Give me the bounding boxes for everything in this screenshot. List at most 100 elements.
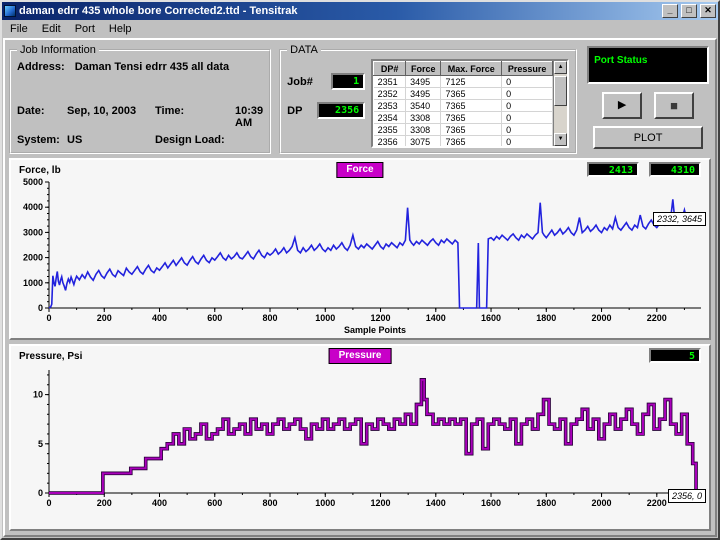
svg-text:10: 10 (33, 390, 43, 400)
force-chart-canvas: 0200400600800100012001400160018002000220… (11, 178, 709, 336)
data-table: DP# Force Max. Force Pressure 2351 3495 (371, 59, 569, 148)
stop-button[interactable]: ■ (654, 92, 694, 119)
svg-text:2000: 2000 (592, 498, 612, 508)
cell: 0 (502, 88, 553, 100)
menu-edit[interactable]: Edit (35, 22, 68, 36)
svg-text:1600: 1600 (481, 313, 501, 323)
port-status-display: Port Status (587, 46, 709, 84)
data-panel: DATA Job# 1 DP 2356 (279, 44, 577, 154)
design-load-label: Design Load: (155, 134, 235, 146)
cell: 0 (502, 76, 553, 88)
time-value: 10:39 AM (235, 105, 263, 129)
plot-button[interactable]: PLOT (593, 126, 703, 149)
force-chart-panel: Force, lb Force 2413 4310 02004006008001… (9, 158, 711, 340)
scroll-up-icon[interactable]: ▲ (554, 61, 567, 74)
stop-icon: ■ (670, 99, 678, 112)
cell: 7125 (441, 76, 502, 88)
job-number-label: Job# (287, 76, 313, 88)
app-icon[interactable] (4, 5, 16, 17)
date-label: Date: (17, 105, 67, 129)
svg-text:800: 800 (263, 498, 278, 508)
table-row[interactable]: 2351 3495 7125 0 (374, 76, 553, 88)
table-row[interactable]: 2356 3075 7365 0 (374, 136, 553, 148)
minimize-icon[interactable]: _ (662, 4, 678, 18)
menu-help[interactable]: Help (102, 22, 139, 36)
cell: 7365 (441, 124, 502, 136)
col-force[interactable]: Force (406, 62, 441, 76)
pressure-chart-canvas: 0200400600800100012001400160018002000220… (11, 364, 709, 531)
svg-text:3000: 3000 (23, 227, 43, 237)
table-scrollbar[interactable]: ▲ ▼ (553, 61, 567, 146)
force-badge: Force (336, 162, 383, 178)
svg-text:800: 800 (263, 313, 278, 323)
window-title: daman edrr 435 whole bore Corrected2.ttd… (19, 5, 659, 17)
close-icon[interactable]: ✕ (700, 4, 716, 18)
start-button[interactable]: ▶ (602, 92, 642, 119)
menu-bar: File Edit Port Help (2, 20, 718, 37)
cell: 2352 (374, 88, 406, 100)
svg-text:1800: 1800 (536, 498, 556, 508)
maximize-icon[interactable]: □ (681, 4, 697, 18)
svg-text:400: 400 (152, 313, 167, 323)
svg-text:1000: 1000 (315, 498, 335, 508)
menu-port[interactable]: Port (68, 22, 102, 36)
top-row: Job Information Address: Daman Tensi edr… (9, 44, 711, 154)
scroll-down-icon[interactable]: ▼ (554, 133, 567, 146)
cell: 3495 (406, 76, 441, 88)
cell: 7365 (441, 136, 502, 148)
cell: 3075 (406, 136, 441, 148)
cell: 2356 (374, 136, 406, 148)
job-information-panel: Job Information Address: Daman Tensi edr… (9, 44, 271, 154)
cell: 7365 (441, 100, 502, 112)
title-bar[interactable]: daman edrr 435 whole bore Corrected2.ttd… (2, 2, 718, 20)
svg-text:0: 0 (38, 303, 43, 313)
cell: 7365 (441, 112, 502, 124)
pressure-badge: Pressure (329, 348, 392, 364)
force-max-display: 4310 (649, 162, 701, 177)
dp-display: 2356 (317, 102, 365, 119)
play-icon: ▶ (618, 100, 626, 111)
cell: 0 (502, 112, 553, 124)
svg-text:200: 200 (97, 313, 112, 323)
pressure-current-display: 5 (649, 348, 701, 363)
table-header-row: DP# Force Max. Force Pressure (374, 62, 553, 76)
svg-text:2000: 2000 (592, 313, 612, 323)
system-value: US (67, 134, 155, 146)
table-row[interactable]: 2353 3540 7365 0 (374, 100, 553, 112)
col-pressure[interactable]: Pressure (502, 62, 553, 76)
svg-text:1200: 1200 (371, 313, 391, 323)
svg-text:400: 400 (152, 498, 167, 508)
svg-text:5000: 5000 (23, 178, 43, 187)
job-information-title: Job Information (17, 44, 99, 56)
table-row[interactable]: 2354 3308 7365 0 (374, 112, 553, 124)
svg-text:0: 0 (46, 313, 51, 323)
cell: 0 (502, 124, 553, 136)
col-max-force[interactable]: Max. Force (441, 62, 502, 76)
cell: 2351 (374, 76, 406, 88)
svg-text:4000: 4000 (23, 202, 43, 212)
address-value: Daman Tensi edrr 435 all data (75, 61, 229, 73)
pressure-axis-title: Pressure, Psi (19, 351, 82, 362)
col-dp[interactable]: DP# (374, 62, 406, 76)
table-row[interactable]: 2352 3495 7365 0 (374, 88, 553, 100)
svg-text:5: 5 (38, 439, 43, 449)
force-cursor-readout: 2332, 3645 (653, 212, 706, 226)
cell: 0 (502, 136, 553, 148)
svg-text:2200: 2200 (647, 498, 667, 508)
table-row[interactable]: 2355 3308 7365 0 (374, 124, 553, 136)
cell: 3540 (406, 100, 441, 112)
dp-label: DP (287, 105, 302, 117)
cell: 3495 (406, 88, 441, 100)
menu-file[interactable]: File (3, 22, 35, 36)
scroll-thumb[interactable] (554, 76, 567, 106)
svg-text:1000: 1000 (315, 313, 335, 323)
system-label: System: (17, 134, 67, 146)
force-current-display: 2413 (587, 162, 639, 177)
cell: 0 (502, 100, 553, 112)
svg-text:Sample Points: Sample Points (344, 325, 406, 335)
cell: 2353 (374, 100, 406, 112)
scroll-track[interactable] (554, 106, 567, 133)
pressure-cursor-readout: 2356, 0 (668, 489, 706, 503)
svg-text:1200: 1200 (371, 498, 391, 508)
svg-text:600: 600 (207, 498, 222, 508)
